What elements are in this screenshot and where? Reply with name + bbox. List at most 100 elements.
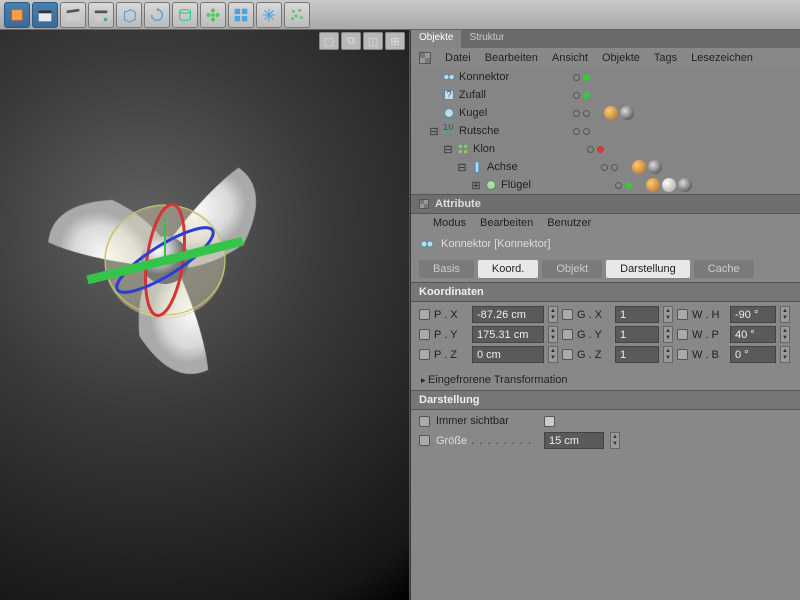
menu-grip-icon[interactable] <box>419 52 431 64</box>
spin-py[interactable]: ▲▼ <box>548 326 558 343</box>
object-tag-icon[interactable] <box>620 106 634 120</box>
tool-tube-icon[interactable] <box>172 2 198 28</box>
spin-wb[interactable]: ▲▼ <box>780 346 790 363</box>
object-tag-icon[interactable] <box>678 178 692 192</box>
gz-anim-toggle[interactable] <box>562 349 573 360</box>
visibility-dot[interactable] <box>583 74 590 81</box>
field-wp[interactable]: 40 ° <box>730 326 776 343</box>
atab-basis[interactable]: Basis <box>419 260 474 278</box>
viewport[interactable]: ▢ ⧉ ◫ ⊞ <box>0 30 410 600</box>
tree-row-rutsche[interactable]: ⊟10Rutsche <box>411 122 800 140</box>
visibility-dot[interactable] <box>587 146 594 153</box>
gy-anim-toggle[interactable] <box>562 329 573 340</box>
object-tree[interactable]: Konnektor?ZufallKugel⊟10Rutsche⊟Klon⊟Ach… <box>411 68 800 194</box>
atab-display[interactable]: Darstellung <box>606 260 690 278</box>
expand-toggle[interactable]: ⊞ <box>471 179 481 192</box>
field-py[interactable]: 175.31 cm <box>472 326 544 343</box>
visibility-dot[interactable] <box>573 128 580 135</box>
tool-expand-icon[interactable] <box>256 2 282 28</box>
spin-wh[interactable]: ▲▼ <box>780 306 790 323</box>
object-tag-icon[interactable] <box>632 160 646 174</box>
tool-cube-icon[interactable] <box>4 2 30 28</box>
visibility-dot[interactable] <box>573 92 580 99</box>
atab-object[interactable]: Objekt <box>542 260 602 278</box>
tool-box-icon[interactable] <box>116 2 142 28</box>
px-anim-toggle[interactable] <box>419 309 430 320</box>
tree-row-zufall[interactable]: ?Zufall <box>411 86 800 104</box>
visibility-dot[interactable] <box>601 164 608 171</box>
spin-size[interactable]: ▲▼ <box>610 432 620 449</box>
atab-cache[interactable]: Cache <box>694 260 754 278</box>
spin-gz[interactable]: ▲▼ <box>663 346 673 363</box>
tab-structure[interactable]: Struktur <box>461 30 512 48</box>
object-tag-icon[interactable] <box>662 178 676 192</box>
tree-row-klon[interactable]: ⊟Klon <box>411 140 800 158</box>
tool-quad-icon[interactable] <box>228 2 254 28</box>
field-wh[interactable]: -90 ° <box>730 306 776 323</box>
tool-particles-icon[interactable] <box>284 2 310 28</box>
tool-clapper2-icon[interactable] <box>60 2 86 28</box>
tree-row-kugel[interactable]: Kugel <box>411 104 800 122</box>
menu-tags[interactable]: Tags <box>654 52 677 64</box>
expand-toggle[interactable]: ⊟ <box>429 125 439 138</box>
field-px[interactable]: -87.26 cm <box>472 306 544 323</box>
spin-pz[interactable]: ▲▼ <box>548 346 558 363</box>
object-tag-icon[interactable] <box>648 160 662 174</box>
wb-anim-toggle[interactable] <box>677 349 688 360</box>
visibility-dot[interactable] <box>583 92 590 99</box>
frozen-transform-toggle[interactable]: Eingefrorene Transformation <box>411 370 800 390</box>
always-visible-checkbox[interactable] <box>544 416 555 427</box>
gx-anim-toggle[interactable] <box>562 309 573 320</box>
visibility-dot[interactable] <box>583 128 590 135</box>
attr-menu-mode[interactable]: Modus <box>433 217 466 229</box>
menu-objects[interactable]: Objekte <box>602 52 640 64</box>
propeller-object[interactable] <box>25 120 305 400</box>
visibility-dot[interactable] <box>597 146 604 153</box>
tool-rot-icon[interactable] <box>144 2 170 28</box>
visibility-dot[interactable] <box>573 74 580 81</box>
tree-row-achse[interactable]: ⊟Achse <box>411 158 800 176</box>
attr-grip-icon[interactable] <box>419 199 429 209</box>
vp-btn4-icon[interactable]: ⊞ <box>385 32 405 50</box>
field-wb[interactable]: 0 ° <box>730 346 776 363</box>
visibility-dot[interactable] <box>611 164 618 171</box>
menu-edit[interactable]: Bearbeiten <box>485 52 538 64</box>
tool-clapper3-icon[interactable] <box>88 2 114 28</box>
vp-btn3-icon[interactable]: ◫ <box>363 32 383 50</box>
spin-gx[interactable]: ▲▼ <box>663 306 673 323</box>
vp-btn1-icon[interactable]: ▢ <box>319 32 339 50</box>
spin-gy[interactable]: ▲▼ <box>663 326 673 343</box>
tree-row-konnektor[interactable]: Konnektor <box>411 68 800 86</box>
pz-anim-toggle[interactable] <box>419 349 430 360</box>
attr-menu-user[interactable]: Benutzer <box>547 217 591 229</box>
menu-view[interactable]: Ansicht <box>552 52 588 64</box>
size-anim[interactable] <box>419 435 430 446</box>
spin-px[interactable]: ▲▼ <box>548 306 558 323</box>
expand-toggle[interactable]: ⊟ <box>443 143 453 156</box>
visibility-dot[interactable] <box>573 110 580 117</box>
tree-row-flügel[interactable]: ⊞Flügel <box>411 176 800 194</box>
expand-toggle[interactable]: ⊟ <box>457 161 467 174</box>
field-gz[interactable]: 1 <box>615 346 659 363</box>
always-visible-anim[interactable] <box>419 416 430 427</box>
wp-anim-toggle[interactable] <box>677 329 688 340</box>
visibility-dot[interactable] <box>625 182 632 189</box>
wh-anim-toggle[interactable] <box>677 309 688 320</box>
attr-menu-edit[interactable]: Bearbeiten <box>480 217 533 229</box>
object-tag-icon[interactable] <box>604 106 618 120</box>
visibility-dot[interactable] <box>583 110 590 117</box>
atab-coord[interactable]: Koord. <box>478 260 538 278</box>
field-pz[interactable]: 0 cm <box>472 346 544 363</box>
tab-objects[interactable]: Objekte <box>411 30 461 48</box>
tool-clapper1-icon[interactable] <box>32 2 58 28</box>
visibility-dot[interactable] <box>615 182 622 189</box>
py-anim-toggle[interactable] <box>419 329 430 340</box>
tool-flower-icon[interactable] <box>200 2 226 28</box>
menu-file[interactable]: Datei <box>445 52 471 64</box>
spin-wp[interactable]: ▲▼ <box>780 326 790 343</box>
field-gx[interactable]: 1 <box>615 306 659 323</box>
menu-bookmarks[interactable]: Lesezeichen <box>691 52 753 64</box>
size-field[interactable]: 15 cm <box>544 432 604 449</box>
field-gy[interactable]: 1 <box>615 326 659 343</box>
vp-btn2-icon[interactable]: ⧉ <box>341 32 361 50</box>
